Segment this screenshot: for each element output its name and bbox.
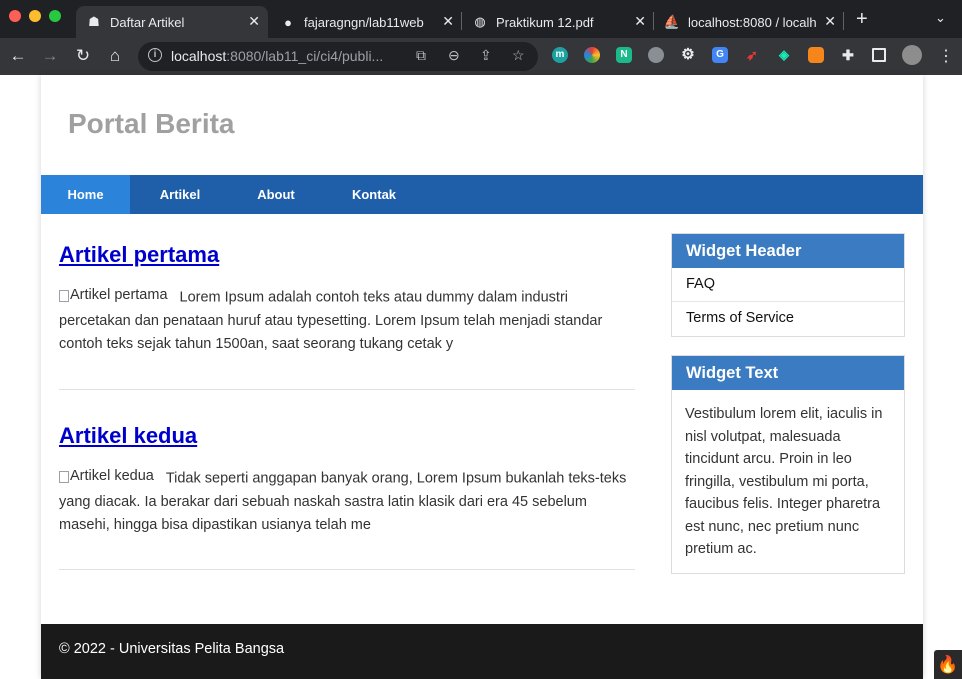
maximize-window-button[interactable] [49,10,61,22]
close-tab-icon[interactable]: ✕ [824,13,836,30]
image-alt-text: Artikel kedua [70,468,154,484]
home-icon[interactable]: ⌂ [105,46,125,66]
article-image: Artikel kedua [59,465,154,488]
close-tab-icon[interactable]: ✕ [248,13,260,30]
extension-bird-icon[interactable] [648,47,664,63]
nav-about[interactable]: About [239,175,313,214]
widget-link-faq[interactable]: FAQ [672,268,904,302]
zoom-icon[interactable]: ⊖ [448,47,460,64]
url-host: localhost [171,48,227,64]
tab-separator [843,12,844,30]
profile-avatar[interactable] [902,45,922,65]
url-text[interactable]: localhost:8080/lab11_ci/ci4/publi... [171,48,383,64]
side-panel-icon[interactable] [872,48,886,62]
site-info-icon[interactable]: i [148,48,162,62]
main-navbar: Home Artikel About Kontak [41,175,923,214]
nav-home[interactable]: Home [41,175,130,214]
close-tab-icon[interactable]: ✕ [442,13,454,30]
github-icon: ● [284,14,292,30]
forward-arrow-icon[interactable]: → [40,46,60,66]
share-icon[interactable]: ⇪ [480,47,492,64]
site-footer: © 2022 - Universitas Pelita Bangsa [41,624,923,679]
site-title: Portal Berita [68,108,235,139]
extension-m-icon[interactable]: m [552,47,568,63]
back-arrow-icon[interactable]: ← [8,46,28,66]
tab-praktikum-pdf[interactable]: ◍ Praktikum 12.pdf ✕ [462,6,654,38]
reload-icon[interactable]: ↻ [73,46,93,66]
extension-diamond-icon[interactable]: ◈ [776,47,792,63]
widget-text-title: Widget Text [672,356,904,390]
widget-link-terms[interactable]: Terms of Service [672,302,904,336]
article-title-link[interactable]: Artikel kedua [59,423,197,449]
browser-menu-icon[interactable]: ⋮ [936,46,956,66]
widget-text: Widget Text Vestibulum lorem elit, iacul… [671,355,905,574]
open-in-app-icon[interactable]: ⧉ [416,47,426,64]
tab-github[interactable]: ● fajaragngn/lab11web ✕ [270,6,462,38]
extension-gear-icon[interactable]: ⚙ [680,47,696,63]
tab-title: Praktikum 12.pdf [496,14,594,30]
site-icon: ☗ [88,14,100,29]
close-window-button[interactable] [9,10,21,22]
tab-search-chevron-icon[interactable]: ⌄ [935,10,946,26]
nav-kontak[interactable]: Kontak [335,175,413,214]
close-tab-icon[interactable]: ✕ [634,13,646,30]
article-body: Artikel pertama Lorem Ipsum adalah contoh… [59,284,635,356]
widget-text-body: Vestibulum lorem elit, iaculis in nisl v… [685,406,883,557]
url-path: :8080/lab11_ci/ci4/publi... [226,48,384,64]
minimize-window-button[interactable] [29,10,41,22]
browser-tab-bar: ☗ Daftar Artikel ✕ ● fajaragngn/lab11web… [0,0,962,38]
article-image: Artikel pertama [59,284,168,307]
phpmyadmin-icon: ⛵ [663,14,681,29]
bookmark-star-icon[interactable]: ☆ [512,47,525,64]
broken-image-icon [59,470,69,483]
widget-header-title: Widget Header [672,234,904,268]
tab-daftar-artikel[interactable]: ☗ Daftar Artikel ✕ [76,6,268,38]
extension-translate-icon[interactable]: G [712,47,728,63]
extensions-puzzle-icon[interactable]: ✚ [840,47,856,63]
site-container: Portal Berita Home Artikel About Kontak … [41,75,923,679]
new-tab-icon[interactable]: + [856,8,868,31]
article-body: Artikel kedua Tidak seperti anggapan bany… [59,465,635,537]
codeigniter-debug-toolbar-icon[interactable]: 🔥 [934,650,962,679]
broken-image-icon [59,289,69,302]
image-alt-text: Artikel pertama [70,287,168,303]
extension-metamask-icon[interactable] [808,47,824,63]
extension-rocket-icon[interactable]: ➶ [744,47,760,63]
article-divider [59,569,635,570]
nav-artikel[interactable]: Artikel [143,175,217,214]
extension-n-icon[interactable]: N [616,47,632,63]
article-title-link[interactable]: Artikel pertama [59,242,219,268]
address-bar[interactable]: i localhost:8080/lab11_ci/ci4/publi... ⧉… [138,42,538,71]
tab-title: fajaragngn/lab11web [304,14,424,30]
tab-title: Daftar Artikel [110,14,185,30]
extension-colorpicker-icon[interactable] [584,47,600,63]
globe-icon: ◍ [474,14,486,29]
article-divider [59,389,635,390]
browser-toolbar: ← → ↻ ⌂ i localhost:8080/lab11_ci/ci4/pu… [0,38,962,75]
tab-title: localhost:8080 / localh [688,14,817,30]
tab-phpmyadmin[interactable]: ⛵ localhost:8080 / localh ✕ [654,6,844,38]
widget-links: Widget Header FAQ Terms of Service [671,233,905,337]
